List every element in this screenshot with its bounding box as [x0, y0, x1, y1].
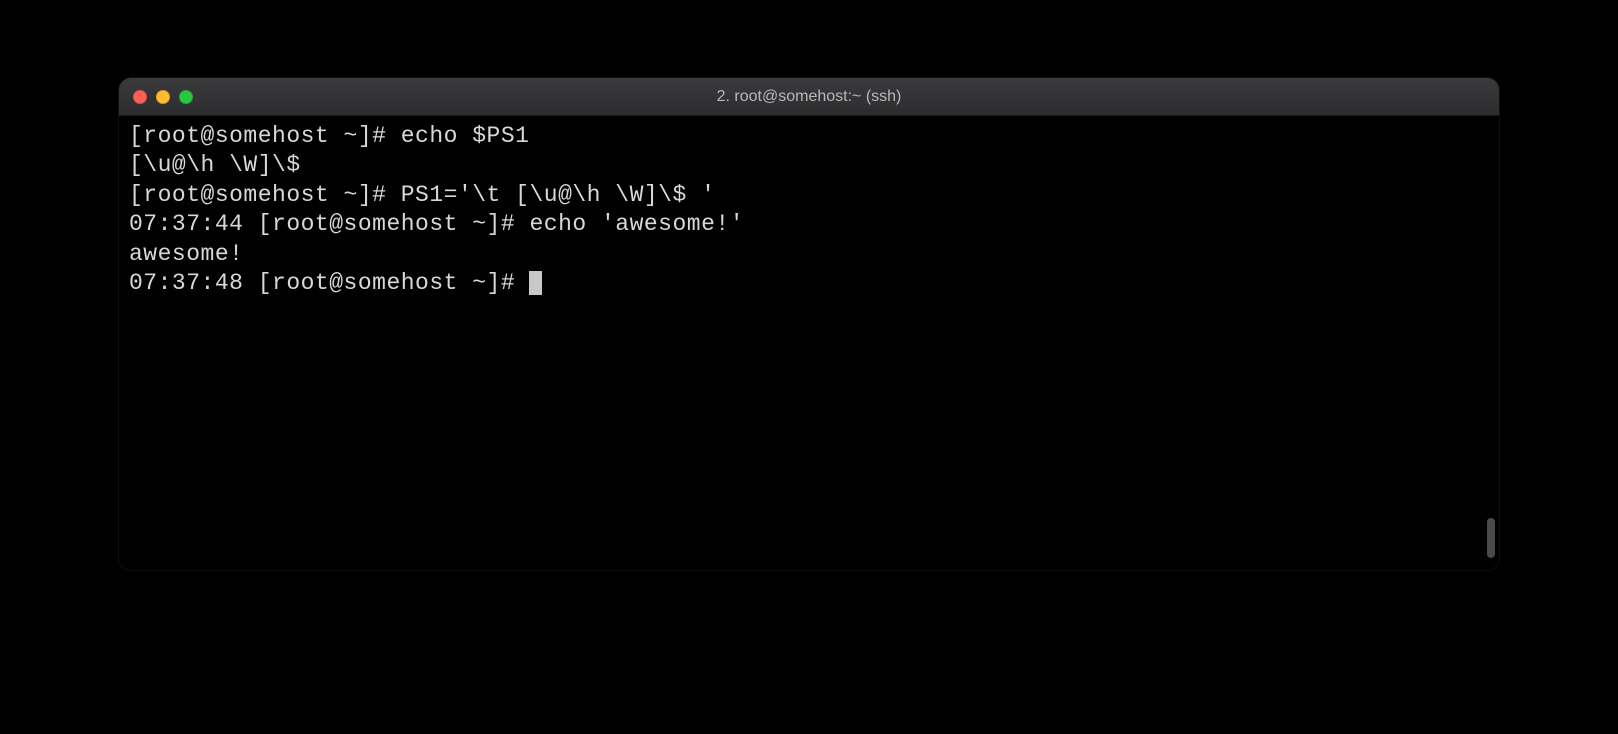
terminal-line: 07:37:44 [root@somehost ~]# echo 'awesom…	[129, 210, 1489, 239]
terminal-content[interactable]: [root@somehost ~]# echo $PS1 [\u@\h \W]\…	[119, 116, 1499, 570]
traffic-lights	[133, 90, 193, 104]
terminal-window: 2. root@somehost:~ (ssh) [root@somehost …	[119, 78, 1499, 570]
scrollbar-track[interactable]	[1483, 116, 1495, 566]
window-title: 2. root@somehost:~ (ssh)	[717, 88, 902, 106]
cursor	[529, 271, 542, 295]
close-button[interactable]	[133, 90, 147, 104]
minimize-button[interactable]	[156, 90, 170, 104]
title-bar[interactable]: 2. root@somehost:~ (ssh)	[119, 78, 1499, 116]
terminal-line: [root@somehost ~]# PS1='\t [\u@\h \W]\$ …	[129, 181, 1489, 210]
terminal-line: awesome!	[129, 240, 1489, 269]
scrollbar-thumb[interactable]	[1487, 518, 1495, 558]
terminal-prompt: 07:37:48 [root@somehost ~]#	[129, 270, 529, 296]
terminal-prompt-line: 07:37:48 [root@somehost ~]#	[129, 269, 1489, 298]
terminal-line: [\u@\h \W]\$	[129, 151, 1489, 180]
maximize-button[interactable]	[179, 90, 193, 104]
terminal-line: [root@somehost ~]# echo $PS1	[129, 122, 1489, 151]
